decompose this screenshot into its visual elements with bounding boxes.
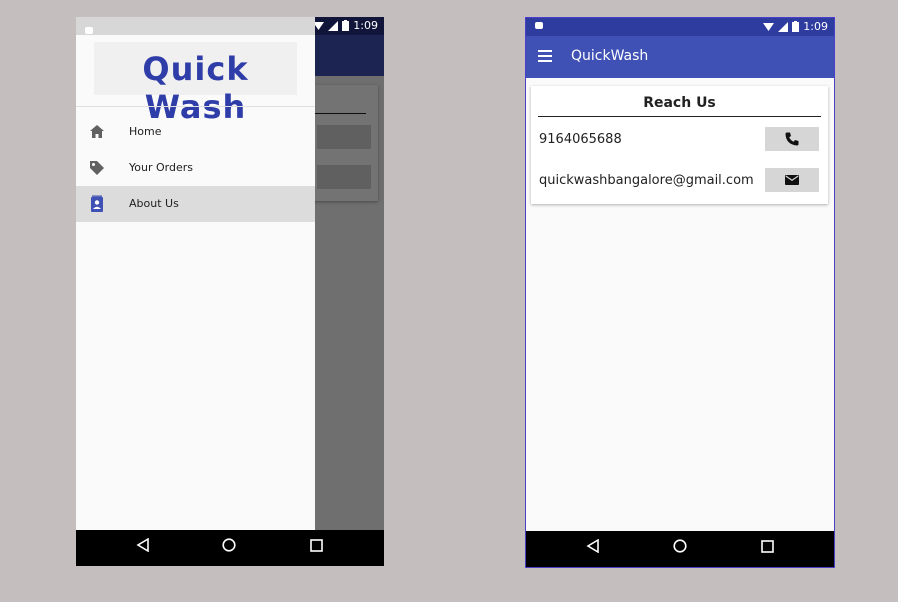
drawer-item-about-us[interactable]: About Us <box>76 186 315 222</box>
system-navigation-bar <box>76 530 384 566</box>
toolbar-title: QuickWash <box>571 48 649 64</box>
phone-icon <box>785 132 799 146</box>
battery-icon <box>792 21 800 32</box>
status-time: 1:09 <box>353 19 378 32</box>
email-icon <box>785 175 799 185</box>
android-icon <box>534 20 544 33</box>
signal-icon <box>778 21 789 32</box>
back-triangle-icon <box>136 537 149 553</box>
phone-screen-drawer: 1:09 Quick Wash Home Your Orders About U… <box>76 17 384 566</box>
drawer-header-logo: Quick Wash <box>94 42 297 126</box>
home-circle-icon <box>673 539 687 553</box>
call-button[interactable] <box>765 127 819 151</box>
wifi-icon <box>763 22 775 31</box>
battery-icon <box>342 20 350 31</box>
back-button[interactable] <box>586 538 600 557</box>
drawer-item-label: Home <box>129 125 162 138</box>
drawer-item-label: Your Orders <box>129 161 193 174</box>
drawer-item-label: About Us <box>129 197 179 210</box>
recents-square-icon <box>761 540 774 553</box>
home-nav-button[interactable] <box>222 538 236 556</box>
recents-button[interactable] <box>310 538 323 556</box>
tag-icon <box>90 161 104 175</box>
drawer-status-area <box>76 17 315 35</box>
navigation-drawer: Quick Wash Home Your Orders About Us <box>76 17 315 530</box>
phone-number: 9164065688 <box>539 132 622 147</box>
phone-screen-about: 1:09 QuickWash Reach Us 9164065688 quick… <box>525 17 835 568</box>
status-bar: 1:09 <box>526 18 834 36</box>
home-icon <box>90 125 104 138</box>
back-triangle-icon <box>586 538 599 554</box>
email-address: quickwashbangalore@gmail.com <box>539 173 754 188</box>
app-toolbar: QuickWash <box>526 36 834 78</box>
reach-us-card: Reach Us 9164065688 quickwashbangalore@g… <box>531 86 828 204</box>
status-time: 1:09 <box>803 20 828 33</box>
home-nav-button[interactable] <box>673 539 687 557</box>
recents-square-icon <box>310 539 323 552</box>
drawer-divider <box>76 106 315 107</box>
drawer-item-home[interactable]: Home <box>76 114 315 150</box>
recents-button[interactable] <box>761 539 774 557</box>
card-heading: Reach Us <box>643 95 716 111</box>
email-button[interactable] <box>765 168 819 192</box>
system-navigation-bar <box>526 531 834 567</box>
card-divider <box>538 116 821 117</box>
home-circle-icon <box>222 538 236 552</box>
drawer-item-your-orders[interactable]: Your Orders <box>76 150 315 186</box>
android-icon <box>84 20 94 39</box>
back-button[interactable] <box>136 537 150 556</box>
contact-card-icon <box>91 195 103 212</box>
signal-icon <box>328 20 339 31</box>
menu-hamburger-icon[interactable] <box>538 50 552 65</box>
